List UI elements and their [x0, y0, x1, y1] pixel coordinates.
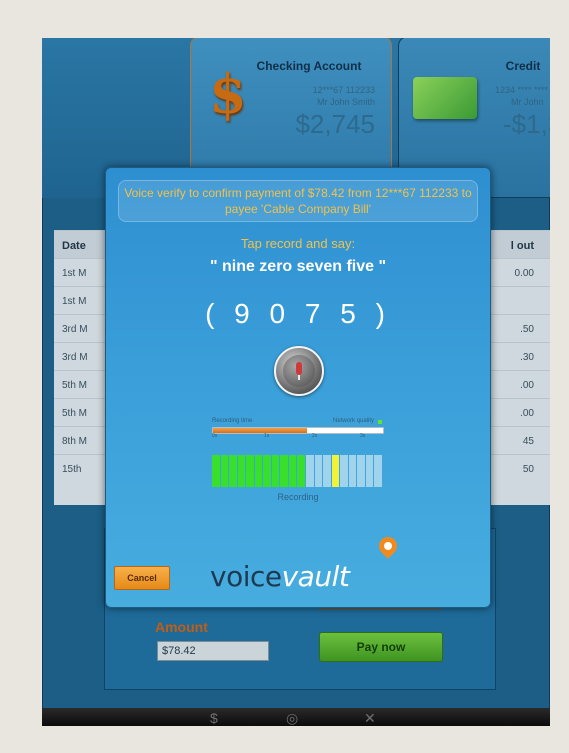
account-name: Checking Account [256, 59, 362, 73]
logo-text-vault: vault [281, 560, 350, 593]
meter-segment [348, 455, 357, 487]
meter-segment [323, 455, 331, 487]
meter-segment [271, 455, 280, 487]
globe-tab-icon[interactable]: ◎ [286, 710, 298, 726]
tick-label: 0s [212, 433, 218, 439]
logo-pin-hole [382, 540, 394, 552]
meter-segment [246, 455, 254, 487]
credit-card-icon [413, 77, 477, 119]
tick-label: 3s [360, 433, 366, 439]
meter-segment [288, 455, 297, 487]
account-number: 12***67 112233 [312, 85, 375, 95]
meter-segment [306, 455, 314, 487]
row-date: 1st M [62, 268, 87, 279]
meter-segment [280, 455, 288, 487]
row-date: 15th [62, 464, 82, 475]
meter-segment [374, 455, 382, 487]
microphone-icon [283, 355, 315, 387]
tick-label: 2s [312, 433, 318, 439]
recording-time-label: Recording time [212, 418, 253, 424]
record-button[interactable] [274, 346, 324, 396]
audio-level-meter [212, 455, 382, 487]
confirmation-message: Voice verify to confirm payment of $78.4… [124, 186, 472, 216]
device-frame: $ Checking Account 12***67 112233 Mr Joh… [0, 0, 569, 753]
tick-label: 1s [264, 433, 270, 439]
meter-segment [220, 455, 229, 487]
row-out: 0.00 [514, 268, 534, 279]
row-out: .00 [520, 380, 534, 391]
meter-segment [237, 455, 246, 487]
logo-text-voice: voice [210, 560, 282, 593]
mic-capsule [296, 362, 302, 375]
pay-now-button[interactable]: Pay now [319, 632, 443, 662]
voice-verify-dialog: Voice verify to confirm payment of $78.4… [105, 167, 491, 608]
meter-segment [229, 455, 237, 487]
instruction-text: Tap record and say: [240, 236, 356, 251]
meter-segment [212, 455, 220, 487]
row-date: 3rd M [62, 324, 88, 335]
confirmation-box: Voice verify to confirm payment of $78.4… [118, 180, 478, 222]
row-out: .50 [520, 324, 534, 335]
amount-input[interactable]: $78.42 [157, 641, 269, 661]
passphrase-digits: ( 9 0 7 5 ) [205, 298, 391, 329]
row-date: 5th M [62, 408, 88, 419]
recording-status: Recording [277, 492, 319, 502]
date-column-header: Date [62, 240, 86, 252]
out-column-header: l out [510, 240, 534, 252]
account-number: 1234 **** **** [495, 85, 549, 95]
voicevault-logo: voicevault [210, 560, 350, 593]
close-tab-icon[interactable]: ✕ [364, 710, 376, 726]
meter-segment [357, 455, 365, 487]
row-out: 45 [522, 436, 534, 447]
meter-segment [254, 455, 263, 487]
row-date: 5th M [62, 380, 88, 391]
logo-pin-icon [375, 533, 401, 559]
mic-stem [298, 375, 300, 380]
row-out: .00 [520, 408, 534, 419]
meter-segment [331, 455, 340, 487]
meter-segment [340, 455, 348, 487]
meter-segment [263, 455, 271, 487]
recording-time-fill [213, 428, 307, 433]
meter-segment [365, 455, 374, 487]
network-quality-indicator [378, 420, 382, 424]
row-date: 8th M [62, 436, 88, 447]
row-out: 50 [522, 464, 534, 475]
network-quality-label: Network quality [332, 418, 374, 424]
passphrase-words: " nine zero seven five " [209, 258, 387, 275]
account-holder: Mr John [511, 97, 544, 107]
row-out: .30 [520, 352, 534, 363]
account-balance: -$1,3 [503, 109, 550, 139]
account-holder: Mr John Smith [316, 97, 375, 107]
meter-segment [297, 455, 306, 487]
meter-segment [314, 455, 323, 487]
tab-bar: $ ◎ ✕ [42, 708, 550, 726]
account-balance: $2,745 [295, 109, 375, 139]
cancel-button[interactable]: Cancel [114, 566, 170, 590]
row-date: 1st M [62, 296, 87, 307]
row-date: 3rd M [62, 352, 88, 363]
account-name: Credit [505, 59, 541, 73]
accounts-tab-icon[interactable]: $ [210, 710, 218, 726]
recording-time-bar [212, 427, 384, 434]
amount-label: Amount [155, 619, 208, 635]
